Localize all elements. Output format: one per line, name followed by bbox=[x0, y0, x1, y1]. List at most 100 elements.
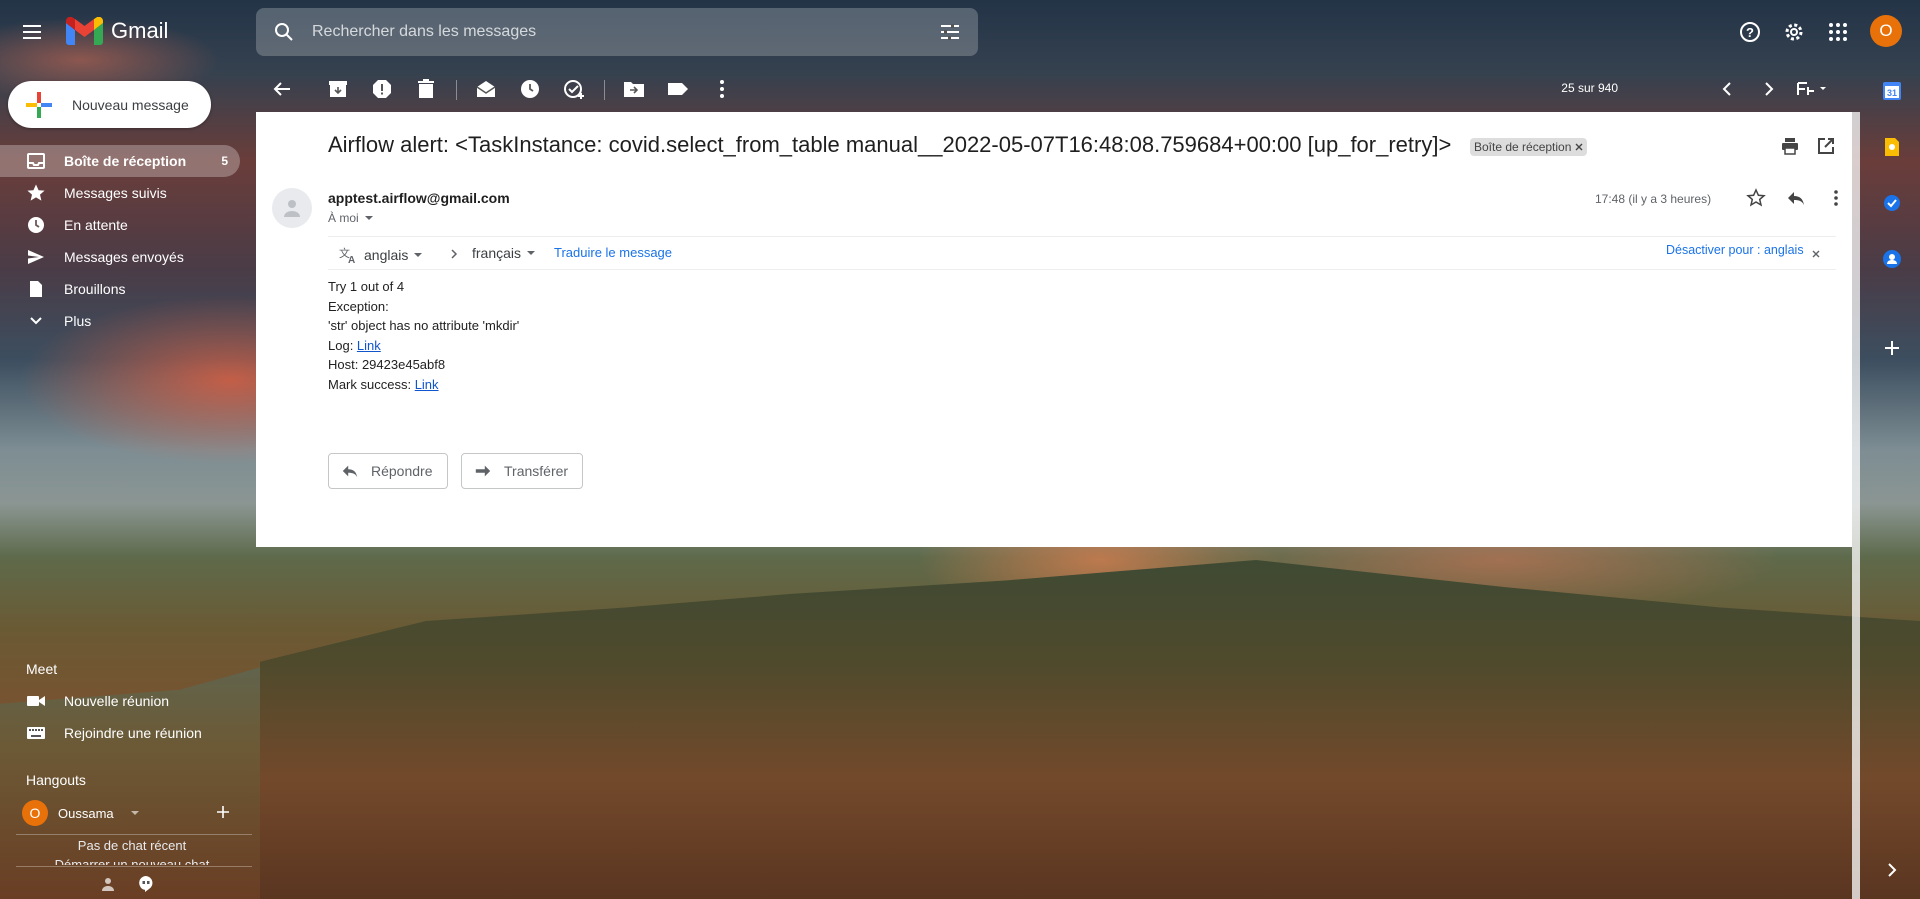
log-link[interactable]: Link bbox=[357, 338, 381, 353]
sidebar-item-more[interactable]: Plus bbox=[0, 305, 240, 337]
recipients-text: À moi bbox=[328, 211, 359, 225]
message-toolbar: 25 sur 940 bbox=[256, 66, 1852, 112]
no-recent-chat-text: Pas de chat récent bbox=[77, 838, 187, 853]
input-tools-icon[interactable] bbox=[1794, 77, 1830, 101]
disable-translation-link[interactable]: Désactiver pour : anglais bbox=[1666, 243, 1804, 257]
delete-trash-icon[interactable] bbox=[414, 77, 438, 101]
back-arrow-icon[interactable] bbox=[270, 77, 294, 101]
sidebar-item-sent[interactable]: Messages envoyés bbox=[0, 241, 240, 273]
translate-to-language[interactable]: français bbox=[472, 245, 536, 261]
get-addons-plus-icon[interactable] bbox=[1882, 338, 1902, 358]
keyboard-icon bbox=[27, 727, 45, 739]
search-options-icon[interactable] bbox=[938, 20, 962, 44]
sidebar-item-label: Boîte de réception bbox=[64, 153, 187, 169]
main-menu-icon[interactable] bbox=[18, 18, 46, 46]
email-scrollbar[interactable] bbox=[1852, 112, 1860, 899]
sidebar-nav: Boîte de réception 5 Messages suivis En … bbox=[0, 145, 240, 337]
translate-message-link[interactable]: Traduire le message bbox=[554, 245, 672, 260]
scrollbar-thumb[interactable] bbox=[1852, 112, 1860, 899]
previous-page-chevron-icon[interactable] bbox=[1716, 77, 1740, 101]
translate-icon: 文A bbox=[339, 246, 355, 265]
search-input[interactable] bbox=[312, 8, 912, 56]
body-line: Try 1 out of 4 bbox=[328, 279, 405, 294]
hangouts-user[interactable]: O Oussama bbox=[22, 800, 140, 826]
sidebar-item-starred[interactable]: Messages suivis bbox=[0, 177, 240, 209]
hangouts-chat-icon[interactable] bbox=[137, 875, 155, 893]
meet-new-meeting-label: Nouvelle réunion bbox=[64, 693, 170, 709]
sidebar-item-drafts[interactable]: Brouillons bbox=[0, 273, 240, 305]
report-spam-icon[interactable] bbox=[370, 77, 394, 101]
sender-avatar[interactable] bbox=[272, 188, 312, 228]
body-line: 'str' object has no attribute 'mkdir' bbox=[328, 318, 520, 334]
apps-grid-icon[interactable] bbox=[1826, 20, 1850, 44]
archive-icon[interactable] bbox=[326, 77, 350, 101]
reply-icon bbox=[342, 465, 358, 478]
hangouts-user-avatar: O bbox=[22, 800, 48, 826]
sidebar-item-label: Brouillons bbox=[64, 281, 126, 297]
mark-success-link[interactable]: Link bbox=[415, 377, 439, 392]
translation-bar: 文A anglais français Traduire le message … bbox=[328, 236, 1836, 270]
details-caret-down-icon[interactable] bbox=[364, 214, 373, 222]
caret-down-icon[interactable] bbox=[130, 808, 140, 818]
sidebar-item-inbox[interactable]: Boîte de réception 5 bbox=[0, 145, 240, 177]
forward-button-label: Transférer bbox=[504, 463, 569, 479]
remove-label-close-icon[interactable] bbox=[1575, 143, 1583, 151]
reply-arrow-icon[interactable] bbox=[1786, 188, 1806, 208]
star-outline-icon[interactable] bbox=[1746, 188, 1766, 208]
video-camera-icon bbox=[27, 696, 45, 706]
open-in-new-window-icon[interactable] bbox=[1816, 136, 1836, 156]
label-tag-icon[interactable] bbox=[666, 77, 690, 101]
language-caret-icon bbox=[414, 253, 423, 257]
search-bar[interactable] bbox=[256, 8, 978, 56]
forward-button[interactable]: Transférer bbox=[461, 453, 584, 489]
clock-icon bbox=[28, 217, 44, 233]
google-contacts-icon[interactable] bbox=[1882, 249, 1902, 269]
toolbar-separator bbox=[456, 80, 457, 100]
top-bar: Gmail ? O bbox=[0, 0, 1920, 64]
show-side-panel-chevron-icon[interactable] bbox=[1882, 860, 1902, 880]
google-tasks-icon[interactable] bbox=[1882, 193, 1902, 213]
settings-gear-icon[interactable] bbox=[1782, 20, 1806, 44]
start-new-chat-link[interactable]: Démarrer un nouveau chat bbox=[12, 857, 252, 865]
chevron-down-icon bbox=[30, 317, 42, 325]
print-icon[interactable] bbox=[1780, 136, 1800, 156]
message-timestamp: 17:48 (il y a 3 heures) bbox=[1595, 192, 1712, 206]
google-calendar-icon[interactable]: 31 bbox=[1882, 81, 1902, 101]
target-language: français bbox=[472, 245, 522, 261]
add-chat-icon[interactable] bbox=[216, 805, 230, 819]
inbox-label-chip[interactable]: Boîte de réception bbox=[1470, 138, 1588, 156]
meet-new-meeting[interactable]: Nouvelle réunion bbox=[0, 685, 240, 717]
compose-button[interactable]: Nouveau message bbox=[8, 81, 211, 128]
mark-unread-icon[interactable] bbox=[474, 77, 498, 101]
contacts-person-icon[interactable] bbox=[100, 876, 116, 892]
gmail-logo[interactable]: Gmail bbox=[66, 17, 168, 45]
sender-email[interactable]: apptest.airflow@gmail.com bbox=[328, 190, 510, 206]
recipients-details[interactable]: À moi bbox=[328, 211, 373, 225]
close-translation-icon[interactable] bbox=[1812, 250, 1820, 258]
account-avatar[interactable]: O bbox=[1870, 15, 1902, 47]
email-view: Airflow alert: <TaskInstance: covid.sele… bbox=[256, 112, 1852, 547]
sidebar-item-label: En attente bbox=[64, 217, 128, 233]
next-page-chevron-icon[interactable] bbox=[1756, 77, 1780, 101]
svg-text:31: 31 bbox=[1887, 88, 1897, 98]
body-line: Host: 29423e45abf8 bbox=[328, 357, 446, 373]
move-to-folder-icon[interactable] bbox=[622, 77, 646, 101]
sidebar-item-snoozed[interactable]: En attente bbox=[0, 209, 240, 241]
help-icon[interactable]: ? bbox=[1738, 20, 1762, 44]
sidebar-item-label: Plus bbox=[64, 313, 92, 329]
reply-button[interactable]: Répondre bbox=[328, 453, 448, 489]
more-options-vertical-icon[interactable] bbox=[1826, 188, 1846, 208]
meet-join-meeting[interactable]: Rejoindre une réunion bbox=[0, 717, 240, 749]
add-to-tasks-icon[interactable] bbox=[562, 77, 586, 101]
snooze-clock-icon[interactable] bbox=[518, 77, 542, 101]
google-keep-icon[interactable] bbox=[1882, 137, 1902, 157]
language-caret-icon bbox=[527, 251, 536, 255]
body-line-mark: Mark success: Link bbox=[328, 375, 519, 395]
gmail-m-icon bbox=[66, 17, 103, 45]
forward-icon bbox=[475, 465, 491, 477]
translate-from-language[interactable]: 文A anglais bbox=[338, 245, 423, 265]
inbox-icon bbox=[27, 153, 45, 169]
meet-join-meeting-label: Rejoindre une réunion bbox=[64, 725, 202, 741]
search-icon[interactable] bbox=[272, 20, 296, 44]
more-vertical-icon[interactable] bbox=[710, 77, 734, 101]
